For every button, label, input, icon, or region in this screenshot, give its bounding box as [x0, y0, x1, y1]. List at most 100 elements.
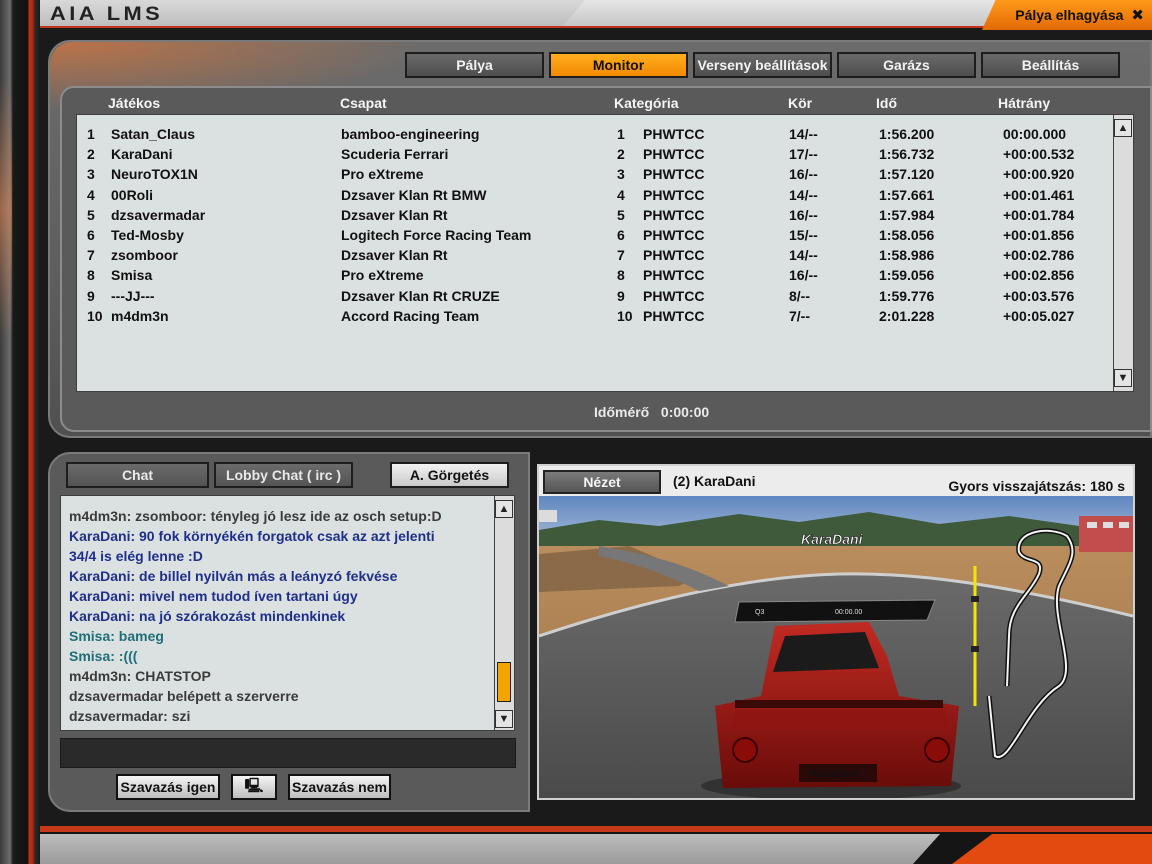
- chat-scrollbar[interactable]: ▲ ▼: [494, 496, 514, 730]
- scroll-up-icon[interactable]: ▲: [1114, 119, 1132, 137]
- row-team: Dzsaver Klan Rt BMW: [341, 186, 487, 203]
- left-decorative-strip: [0, 0, 40, 864]
- row-class-pos: 4: [617, 186, 625, 203]
- view-header: Nézet (2) KaraDani Gyors visszajátszás: …: [539, 466, 1133, 496]
- hud-lap: Q3: [755, 609, 764, 616]
- scroll-up-icon[interactable]: ▲: [495, 500, 513, 518]
- row-pos: 6: [87, 227, 95, 243]
- row-team: Pro eXtreme: [341, 267, 424, 284]
- tab-chat[interactable]: Chat: [66, 462, 209, 488]
- row-lap: 14/--: [789, 126, 818, 142]
- row-player: Smisa: [111, 267, 153, 284]
- table-row[interactable]: 3 NeuroTOX1N Pro eXtreme 3 PHWTCC 16/-- 1:57.1…: [77, 164, 1107, 184]
- view-panel: Nézet (2) KaraDani Gyors visszajátszás: …: [537, 464, 1135, 800]
- header-lap: Kör: [788, 95, 813, 111]
- row-team: Dzsaver Klan Rt CRUZE: [341, 287, 500, 304]
- row-time: 1:56.200: [879, 126, 935, 142]
- header-time: Idő: [876, 95, 897, 111]
- row-class-pos: 1: [617, 126, 625, 142]
- row-pos: 7: [87, 247, 95, 264]
- scroll-down-icon[interactable]: ▼: [495, 710, 513, 728]
- row-time: 1:57.984: [879, 206, 935, 223]
- table-row[interactable]: 9 ---JJ--- Dzsaver Klan Rt CRUZE 9 PHWTCC 8/-…: [77, 286, 1107, 306]
- row-pos: 8: [87, 267, 95, 284]
- row-team: Logitech Force Racing Team: [341, 227, 532, 243]
- row-player: Satan_Claus: [111, 126, 196, 142]
- row-lap: 17/--: [789, 146, 818, 163]
- row-player: KaraDani: [111, 146, 173, 163]
- timer-label: Időmérő: [594, 404, 650, 420]
- results-scrollbar[interactable]: ▲ ▼: [1113, 115, 1133, 391]
- row-gap: +00:01.784: [1003, 206, 1075, 223]
- car-label: KaraDani: [801, 531, 864, 547]
- table-row[interactable]: 1 Satan_Claus bamboo-engineering 1 PHWTCC 14/…: [77, 124, 1107, 144]
- table-row[interactable]: 7 zsomboor Dzsaver Klan Rt 7 PHWTCC 14/-- 1:58…: [77, 245, 1107, 265]
- vote-no-button[interactable]: Szavazás nem: [288, 774, 391, 800]
- table-row[interactable]: 8 Smisa Pro eXtreme 8 PHWTCC 16/-- 1:59.056 +00…: [77, 265, 1107, 285]
- tab-lobby-chat[interactable]: Lobby Chat ( irc ): [214, 462, 353, 488]
- row-player: zsomboor: [111, 247, 178, 264]
- chat-scroll-thumb[interactable]: [497, 662, 511, 702]
- row-category: PHWTCC: [643, 227, 705, 243]
- row-lap: 8/--: [789, 287, 810, 304]
- chat-line: KaraDani: de billel nyilván más a leányz…: [69, 568, 398, 584]
- row-category: PHWTCC: [643, 287, 705, 304]
- vote-monitor-button[interactable]: 🖳: [231, 774, 277, 800]
- chat-input[interactable]: [60, 738, 516, 768]
- row-gap: +00:00.920: [1003, 166, 1075, 183]
- vote-yes-button[interactable]: Szavazás igen: [116, 774, 220, 800]
- row-category: PHWTCC: [643, 126, 705, 142]
- tab-settings[interactable]: Beállítás: [981, 52, 1120, 78]
- tab-race-settings[interactable]: Verseny beállítások: [693, 52, 832, 78]
- tab-palya[interactable]: Pálya: [405, 52, 544, 78]
- row-player: Ted-Mosby: [111, 227, 184, 243]
- row-pos: 10: [87, 307, 103, 324]
- viewed-player: (2) KaraDani: [673, 473, 756, 489]
- row-category: PHWTCC: [643, 146, 705, 163]
- auto-scroll-button[interactable]: A. Görgetés: [390, 462, 509, 488]
- leave-track-button[interactable]: Pálya elhagyása ✖: [982, 0, 1152, 30]
- row-time: 1:59.776: [879, 287, 935, 304]
- row-class-pos: 9: [617, 287, 625, 304]
- row-time: 1:58.986: [879, 247, 935, 264]
- row-class-pos: 8: [617, 267, 625, 284]
- row-class-pos: 6: [617, 227, 625, 243]
- row-pos: 9: [87, 287, 95, 304]
- row-category: PHWTCC: [643, 166, 705, 183]
- plate-label: KaraDani: [811, 768, 859, 780]
- row-time: 1:58.056: [879, 227, 935, 243]
- scroll-down-icon[interactable]: ▼: [1114, 369, 1132, 387]
- tab-garage[interactable]: Garázs: [837, 52, 976, 78]
- chat-line: KaraDani: mivel nem tudod íven tartani ú…: [69, 588, 358, 604]
- row-lap: 7/--: [789, 307, 810, 324]
- row-pos: 2: [87, 146, 95, 163]
- row-lap: 14/--: [789, 247, 818, 264]
- row-gap: +00:00.532: [1003, 146, 1075, 163]
- table-row[interactable]: 10 m4dm3n Accord Racing Team 10 PHWTCC 7/-- 2:…: [77, 306, 1107, 326]
- header-team: Csapat: [340, 95, 387, 111]
- bottom-bar: [40, 826, 1152, 864]
- quick-replay: Gyors visszajátszás: 180 s: [948, 478, 1125, 494]
- race-view[interactable]: Q3 00:00.00 KaraDani KaraDani: [539, 496, 1133, 798]
- row-team: Accord Racing Team: [341, 307, 480, 324]
- chat-line: dzsavermadar: szi: [69, 708, 191, 724]
- app-logo: AIA LMS: [50, 4, 164, 25]
- row-class-pos: 7: [617, 247, 625, 264]
- header-gap: Hátrány: [998, 95, 1051, 111]
- chat-line: Smisa: :(((: [69, 648, 138, 664]
- table-row[interactable]: 2 KaraDani Scuderia Ferrari 2 PHWTCC 17/-- 1:5…: [77, 144, 1107, 164]
- row-team: Dzsaver Klan Rt: [341, 247, 448, 264]
- tab-monitor[interactable]: Monitor: [549, 52, 688, 78]
- row-class-pos: 3: [617, 166, 625, 183]
- row-player: 00Roli: [111, 186, 154, 203]
- row-gap: 00:00.000: [1003, 126, 1067, 142]
- row-pos: 5: [87, 206, 95, 223]
- row-lap: 16/--: [789, 166, 818, 183]
- bottom-grey-strip: [40, 834, 940, 864]
- view-button[interactable]: Nézet: [543, 470, 661, 494]
- table-row[interactable]: 5 dzsavermadar Dzsaver Klan Rt 5 PHWTCC 16/--…: [77, 205, 1107, 225]
- row-player: dzsavermadar: [111, 206, 206, 223]
- table-row[interactable]: 4 00Roli Dzsaver Klan Rt BMW 4 PHWTCC 14/-- 1:…: [77, 185, 1107, 205]
- table-row[interactable]: 6 Ted-Mosby Logitech Force Racing Team 6 PHW…: [77, 225, 1107, 245]
- monitor-icon: 🖳: [244, 777, 264, 793]
